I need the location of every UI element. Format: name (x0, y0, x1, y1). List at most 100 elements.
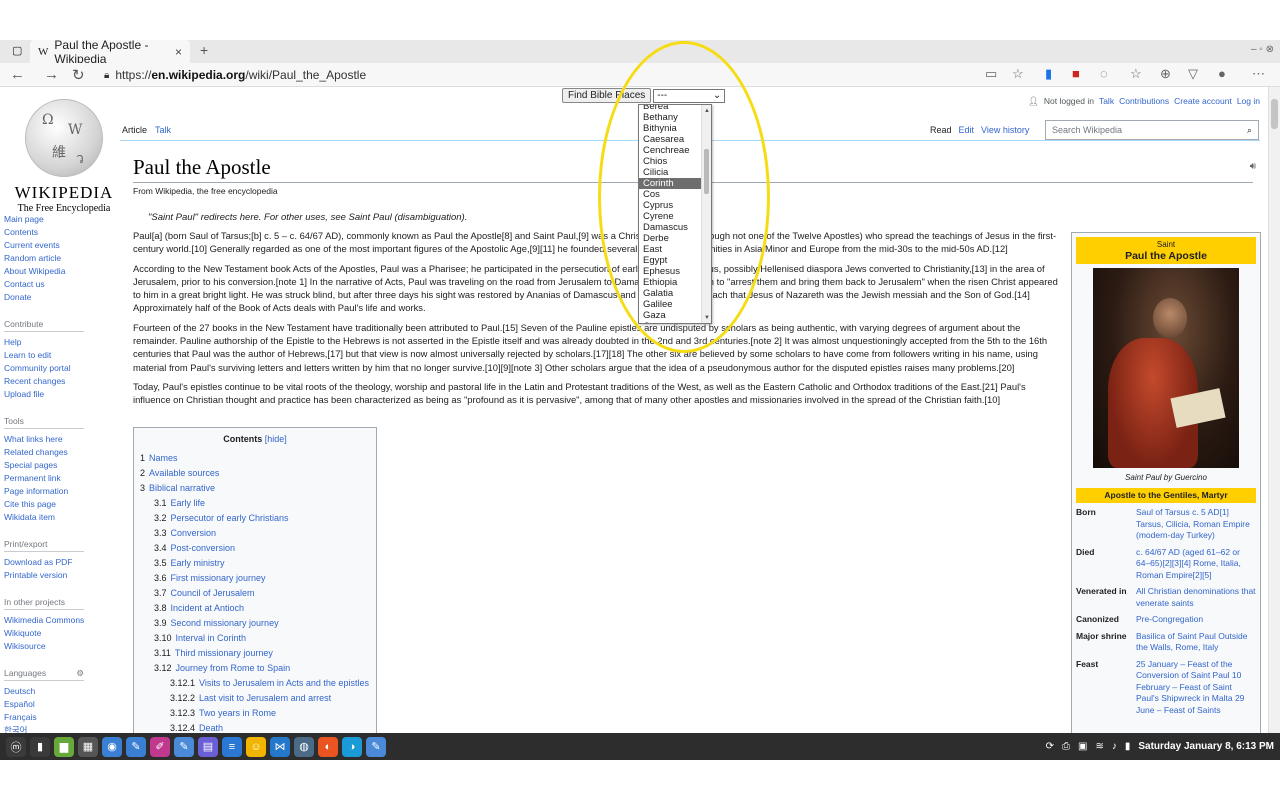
document-icon[interactable]: ▤ (198, 736, 218, 757)
notes-icon[interactable]: ✎ (126, 736, 146, 757)
toc-item[interactable]: 3.11 Third missionary journey (140, 646, 370, 661)
toc-item[interactable]: 3.12.3 Two years in Rome (140, 706, 370, 721)
read-aloud-icon[interactable]: ▭ (985, 66, 997, 82)
files-icon[interactable]: ▆ (54, 736, 74, 757)
terminal-icon[interactable]: ▮ (30, 736, 50, 757)
toc-item[interactable]: 2 Available sources (140, 466, 370, 481)
toc-link[interactable]: Interval in Corinth (176, 633, 247, 643)
favorites-add-icon[interactable]: ☆ (1012, 66, 1024, 82)
sidebar-item-about-wikipedia[interactable]: About Wikipedia (4, 265, 114, 278)
toc-link[interactable]: Last visit to Jerusalem and arrest (199, 693, 331, 703)
tab-view-history[interactable]: View history (981, 125, 1029, 135)
toc-item[interactable]: 3.12.2 Last visit to Jerusalem and arrest (140, 691, 370, 706)
ubuntu-icon[interactable]: ◐ (318, 736, 338, 757)
toc-item[interactable]: 3.5 Early ministry (140, 556, 370, 571)
profile-avatar[interactable]: ● (1218, 66, 1226, 81)
toc-link[interactable]: Early ministry (171, 558, 225, 568)
toc-item[interactable]: 3.7 Council of Jerusalem (140, 586, 370, 601)
sidebar-item-fran-ais[interactable]: Français (4, 711, 114, 724)
sidebar-item-wikidata-item[interactable]: Wikidata item (4, 511, 114, 524)
toc-item[interactable]: 3.3 Conversion (140, 526, 370, 541)
sidebar-item-learn-to-edit[interactable]: Learn to edit (4, 349, 114, 362)
close-tab-icon[interactable]: × (175, 45, 182, 59)
page-scrollbar[interactable] (1268, 87, 1280, 733)
sidebar-item-permanent-link[interactable]: Permanent link (4, 472, 114, 485)
system-monitor-icon[interactable]: ▦ (78, 736, 98, 757)
writer-icon[interactable]: ≡ (222, 736, 242, 757)
sidebar-item-contents[interactable]: Contents (4, 226, 114, 239)
sidebar-item-community-portal[interactable]: Community portal (4, 362, 114, 375)
toc-link[interactable]: Journey from Rome to Spain (176, 663, 291, 673)
toc-item[interactable]: 3.12.1 Visits to Jerusalem in Acts and th… (140, 676, 370, 691)
clock[interactable]: Saturday January 8, 6:13 PM (1138, 741, 1274, 752)
sidebar-item-page-information[interactable]: Page information (4, 485, 114, 498)
url-field[interactable]: 🔒︎ https://en.wikipedia.org/wiki/Paul_th… (104, 66, 366, 84)
extensions-icon[interactable]: ◌ (1100, 66, 1108, 81)
find-bible-places-button[interactable]: Find Bible Places (562, 88, 652, 103)
sidebar-item-upload-file[interactable]: Upload file (4, 388, 114, 401)
search-icon[interactable]: ⌕ (1247, 125, 1252, 135)
tab-edit[interactable]: Edit (959, 125, 975, 135)
toc-link[interactable]: Incident at Antioch (171, 603, 245, 613)
toc-item[interactable]: 3.12 Journey from Rome to Spain (140, 661, 370, 676)
toc-link[interactable]: Post-conversion (171, 543, 236, 553)
extension-red-icon[interactable]: ■ (1072, 66, 1080, 81)
forward-icon[interactable]: → (44, 66, 59, 83)
back-icon[interactable]: ← (10, 66, 25, 83)
sidebar-item-help[interactable]: Help (4, 336, 114, 349)
sidebar-item-main-page[interactable]: Main page (4, 213, 114, 226)
more-menu-icon[interactable]: ⋯ (1252, 66, 1265, 82)
sidebar-item-wikimedia-commons[interactable]: Wikimedia Commons (4, 614, 114, 627)
tab-article[interactable]: Article (122, 125, 147, 135)
toc-link[interactable]: Conversion (171, 528, 217, 538)
browser-tab[interactable]: W Paul the Apostle - Wikipedia × (30, 38, 190, 66)
sidebar-item-donate[interactable]: Donate (4, 291, 114, 304)
wikipedia-logo[interactable]: ΩW維ว WIKIPEDIA The Free Encyclopedia (14, 99, 114, 214)
toc-link[interactable]: Two years in Rome (199, 708, 276, 718)
toc-item[interactable]: 3.1 Early life (140, 496, 370, 511)
toc-link[interactable]: Visits to Jerusalem in Acts and the epis… (199, 678, 369, 688)
contributions-link[interactable]: Contributions (1119, 96, 1169, 107)
new-tab-button[interactable]: + (200, 42, 208, 58)
sidebar-item-download-as-pdf[interactable]: Download as PDF (4, 556, 114, 569)
toc-link[interactable]: Persecutor of early Christians (171, 513, 289, 523)
toc-link[interactable]: Names (149, 453, 178, 463)
toc-link[interactable]: Early life (171, 498, 206, 508)
toc-link[interactable]: Available sources (149, 468, 219, 478)
printer-icon[interactable]: ⎙ (1062, 741, 1070, 752)
toc-link[interactable]: Second missionary journey (171, 618, 279, 628)
sidebar-item-special-pages[interactable]: Special pages (4, 459, 114, 472)
wifi-icon[interactable]: ≋ (1095, 741, 1103, 752)
toc-link[interactable]: Third missionary journey (175, 648, 273, 658)
volume-icon[interactable]: ♪ (1112, 741, 1117, 752)
dropdown-scroll-thumb[interactable] (704, 149, 709, 194)
sidebar-item-[interactable]: 한국어 (4, 724, 114, 733)
toc-item[interactable]: 3.2 Persecutor of early Christians (140, 511, 370, 526)
gear-icon[interactable]: ⚙ (76, 667, 84, 680)
sidebar-item-cite-this-page[interactable]: Cite this page (4, 498, 114, 511)
drawing-icon[interactable]: ✐ (150, 736, 170, 757)
saint-paul-painting[interactable] (1093, 268, 1239, 468)
sidebar-item-contact-us[interactable]: Contact us (4, 278, 114, 291)
battery-icon[interactable]: ▮ (1125, 741, 1131, 752)
scroll-up-icon[interactable]: ▲ (704, 106, 710, 117)
toc-link[interactable]: Biblical narrative (149, 483, 215, 493)
menu-icon[interactable]: ⓜ (6, 736, 26, 757)
update-icon[interactable]: ⟳ (1046, 741, 1054, 752)
tab-read[interactable]: Read (930, 125, 952, 135)
toc-item[interactable]: 3 Biblical narrative (140, 481, 370, 496)
page-scroll-thumb[interactable] (1271, 99, 1278, 129)
tab-list-icon[interactable]: ▢ (12, 44, 22, 57)
toc-link[interactable]: Death (199, 723, 223, 733)
reload-icon[interactable]: ↻ (72, 66, 85, 84)
sidebar-item-wikisource[interactable]: Wikisource (4, 640, 114, 653)
vscode-icon[interactable]: ⋈ (270, 736, 290, 757)
dropdown-scrollbar[interactable]: ▲ ▼ (701, 105, 711, 323)
sidebar-item-printable-version[interactable]: Printable version (4, 569, 114, 582)
toc-item[interactable]: 3.8 Incident at Antioch (140, 601, 370, 616)
user-talk-link[interactable]: Talk (1099, 96, 1114, 107)
search-input[interactable]: Search Wikipedia ⌕ (1045, 120, 1259, 140)
editor-icon[interactable]: ✎ (174, 736, 194, 757)
sidebar-item-what-links-here[interactable]: What links here (4, 433, 114, 446)
toc-item[interactable]: 3.12.4 Death (140, 721, 370, 733)
